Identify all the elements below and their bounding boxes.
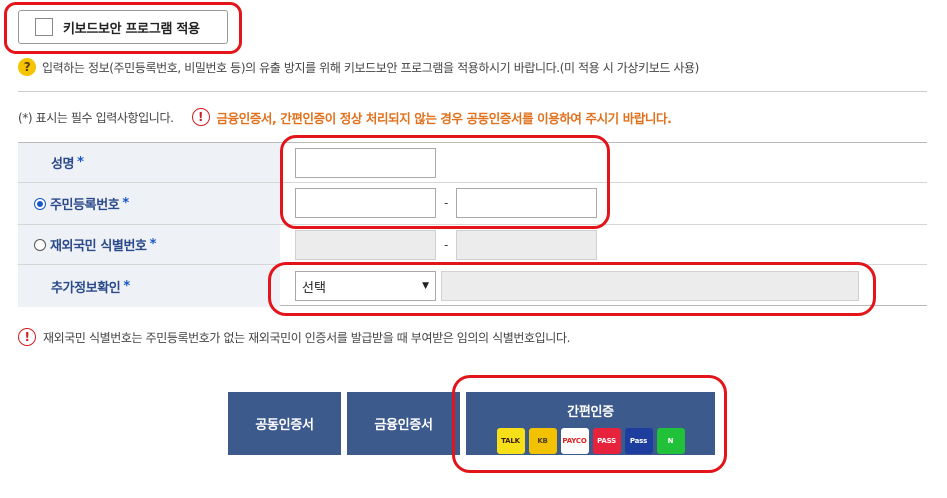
extra-info-input xyxy=(441,271,859,301)
warning-icon: ! xyxy=(18,328,36,346)
extra-info-select[interactable]: 선택 ▼ xyxy=(295,271,436,301)
keyboard-security-option[interactable]: 키보드보안 프로그램 적용 xyxy=(18,10,228,44)
simple-auth-label: 간편인증 xyxy=(567,405,614,420)
financial-cert-button[interactable]: 금융인증서 xyxy=(347,392,460,455)
help-text: 입력하는 정보(주민등록번호, 비밀번호 등)의 유출 방지를 위해 키보드보안… xyxy=(42,60,699,75)
keyboard-security-label: 키보드보안 프로그램 적용 xyxy=(63,21,200,37)
joint-cert-button[interactable]: 공동인증서 xyxy=(228,392,341,455)
identity-form: 성명 * 주민등록번호 * - 재외국민 식별번호 * - 추가정보확인 * 선택 ▼ xyxy=(18,142,927,307)
question-icon: ? xyxy=(18,58,36,76)
payco-icon: PAYCO xyxy=(560,428,589,454)
rrn-radio[interactable] xyxy=(34,197,46,210)
name-input[interactable] xyxy=(295,148,436,178)
required-star: * xyxy=(77,155,84,170)
divider xyxy=(18,91,927,92)
kakao-icon: TALK xyxy=(496,428,525,454)
row-head-foreigner-id[interactable]: 재외국민 식별번호 * xyxy=(18,225,280,264)
rrn-back-input[interactable] xyxy=(456,188,597,218)
extra-info-label: 추가정보확인 xyxy=(51,280,121,296)
row-rrn: 주민등록번호 * - xyxy=(18,183,927,225)
cert-warning-text: 금융인증서, 간편인증이 정상 처리되지 않는 경우 공동인증서를 이용하여 주… xyxy=(216,110,672,126)
rrn-label: 주민등록번호 xyxy=(50,198,120,213)
pass-icon: PASS xyxy=(592,428,621,454)
required-star: * xyxy=(123,278,130,294)
keyboard-security-checkbox[interactable] xyxy=(35,18,53,36)
foreigner-id-radio[interactable] xyxy=(34,238,46,251)
kb-icon: KB xyxy=(528,428,557,454)
foreigner-id-note: ! 재외국민 식별번호는 주민등록번호가 없는 재외국민이 인증서를 발급받을 … xyxy=(18,327,570,347)
rrn-dash: - xyxy=(444,196,449,210)
warning-icon: ! xyxy=(191,108,210,126)
name-label: 성명 xyxy=(51,157,75,172)
foreigner-id-back-input xyxy=(456,230,597,260)
foreigner-id-note-text: 재외국민 식별번호는 주민등록번호가 없는 재외국민이 인증서를 발급받을 때 … xyxy=(43,330,571,345)
row-head-name: 성명 * xyxy=(18,143,280,182)
required-star: * xyxy=(149,237,157,252)
row-foreigner-id: 재외국민 식별번호 * - xyxy=(18,225,927,265)
rrn-front-input[interactable] xyxy=(295,188,436,218)
required-text: (*) 표시는 필수 입력사항입니다. xyxy=(18,110,174,125)
foreigner-id-label: 재외국민 식별번호 xyxy=(50,239,147,254)
required-note: (*) 표시는 필수 입력사항입니다. ! 금융인증서, 간편인증이 정상 처리… xyxy=(18,107,672,127)
required-star: * xyxy=(122,196,129,211)
simple-auth-button[interactable]: 간편인증 TALK KB PAYCO PASS Pass N xyxy=(466,392,715,455)
naver-icon: N xyxy=(656,428,685,454)
help-line: ? 입력하는 정보(주민등록번호, 비밀번호 등)의 유출 방지를 위해 키보드… xyxy=(18,57,699,77)
chevron-down-icon: ▼ xyxy=(422,281,429,291)
samsung-pass-icon: Pass xyxy=(624,428,653,454)
row-extra-info: 추가정보확인 * 선택 ▼ xyxy=(18,265,927,307)
provider-icons: TALK KB PAYCO PASS Pass N xyxy=(496,428,685,454)
row-name: 성명 * xyxy=(18,143,927,183)
foreigner-id-dash: - xyxy=(444,238,449,252)
foreigner-id-front-input xyxy=(295,230,436,260)
extra-info-select-value: 선택 xyxy=(302,280,326,296)
row-head-extra-info: 추가정보확인 * xyxy=(18,265,280,307)
row-head-rrn[interactable]: 주민등록번호 * xyxy=(18,183,280,224)
